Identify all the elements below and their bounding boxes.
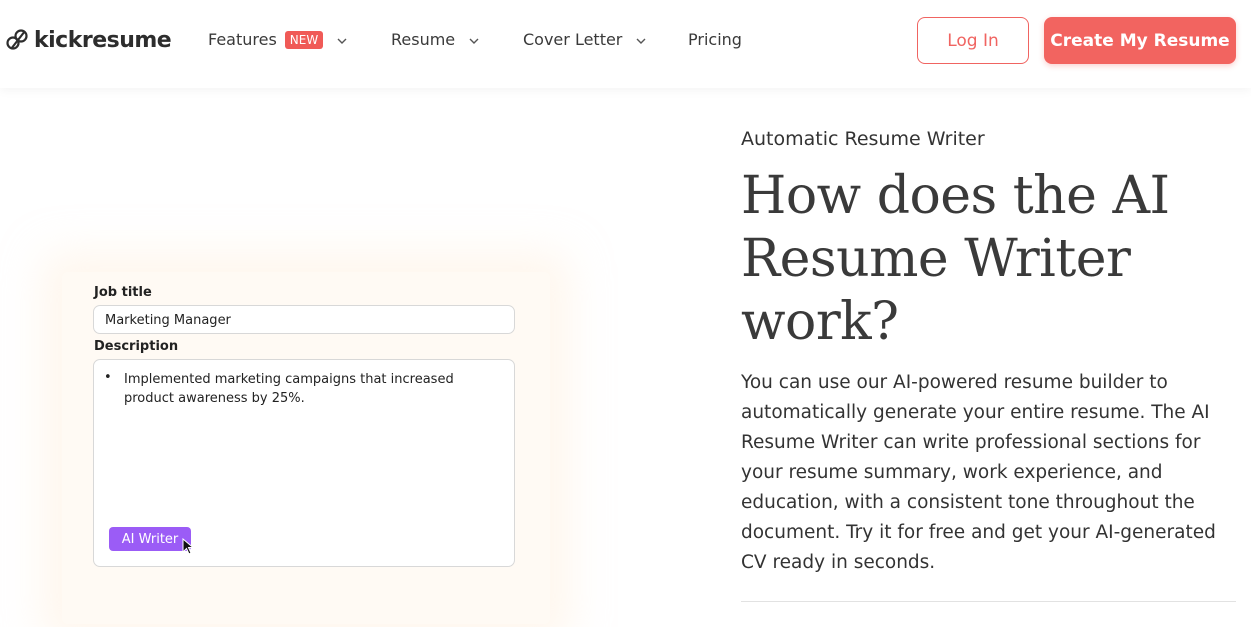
divider	[741, 601, 1236, 602]
kickresume-logo-icon	[6, 29, 28, 50]
login-button[interactable]: Log In	[917, 17, 1029, 64]
logo[interactable]: kickresume	[5, 27, 172, 53]
section-headline: How does the AI Resume Writer work?	[741, 166, 1170, 352]
cursor-pointer-icon	[182, 538, 195, 555]
chevron-down-icon	[634, 33, 648, 47]
ai-writer-button[interactable]: AI Writer	[109, 527, 191, 551]
nav-cover-letter[interactable]: Cover Letter	[523, 30, 648, 49]
nav-features-label: Features	[208, 30, 277, 49]
nav-resume[interactable]: Resume	[391, 30, 481, 49]
description-text: Implemented marketing campaigns that inc…	[124, 372, 454, 406]
create-resume-button[interactable]: Create My Resume	[1044, 17, 1236, 64]
section-body: You can use our AI-powered resume builde…	[741, 372, 1216, 573]
nav-cover-letter-label: Cover Letter	[523, 30, 623, 49]
chevron-down-icon	[467, 33, 481, 47]
section-eyebrow: Automatic Resume Writer	[741, 128, 985, 150]
nav-pricing[interactable]: Pricing	[688, 30, 742, 49]
description-label: Description	[94, 339, 179, 354]
logo-text: kickresume	[34, 27, 172, 53]
chevron-down-icon	[335, 33, 349, 47]
new-badge: NEW	[284, 30, 324, 49]
job-title-label: Job title	[94, 285, 152, 300]
job-title-input[interactable]: Marketing Manager	[93, 305, 515, 334]
nav-features[interactable]: Features NEW	[208, 30, 349, 49]
bullet: •	[104, 370, 112, 385]
nav-resume-label: Resume	[391, 30, 456, 49]
description-textarea[interactable]: • Implemented marketing campaigns that i…	[93, 359, 515, 567]
nav-pricing-label: Pricing	[688, 30, 742, 49]
site-header: kickresume Features NEW Resume Cover Let…	[0, 0, 1251, 88]
